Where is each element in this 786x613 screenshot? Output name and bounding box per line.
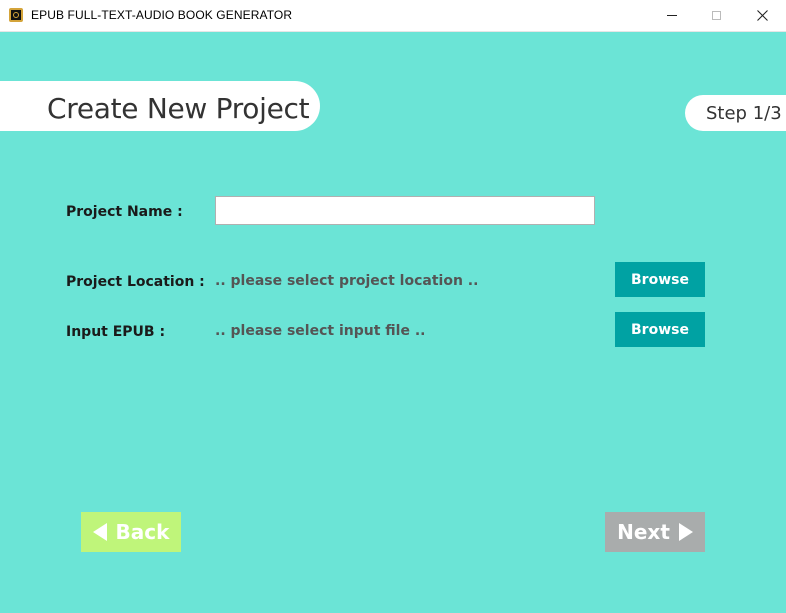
- next-button[interactable]: Next: [605, 512, 705, 552]
- title-bar: EPUB FULL-TEXT-AUDIO BOOK GENERATOR: [0, 0, 786, 32]
- project-location-label: Project Location :: [66, 274, 205, 290]
- step-label: Step 1/3: [706, 103, 782, 124]
- back-label: Back: [115, 520, 170, 544]
- minimize-icon: [667, 15, 677, 16]
- input-epub-label: Input EPUB :: [66, 324, 166, 340]
- triangle-right-icon: [678, 523, 693, 541]
- close-button[interactable]: [739, 0, 785, 31]
- maximize-button[interactable]: [693, 0, 739, 31]
- project-name-label: Project Name :: [66, 204, 183, 220]
- browse-location-button[interactable]: Browse: [615, 262, 705, 297]
- window-title: EPUB FULL-TEXT-AUDIO BOOK GENERATOR: [31, 8, 293, 22]
- close-icon: [756, 10, 768, 21]
- input-epub-value: .. please select input file ..: [215, 323, 426, 339]
- app-icon: [9, 8, 23, 22]
- project-location-value: .. please select project location ..: [215, 273, 479, 289]
- maximize-icon: [711, 11, 721, 20]
- triangle-left-icon: [92, 523, 107, 541]
- back-button[interactable]: Back: [81, 512, 181, 552]
- page-title: Create New Project: [47, 92, 310, 125]
- project-name-input[interactable]: [215, 196, 595, 225]
- browse-epub-button[interactable]: Browse: [615, 312, 705, 347]
- next-label: Next: [617, 520, 670, 544]
- minimize-button[interactable]: [649, 0, 695, 31]
